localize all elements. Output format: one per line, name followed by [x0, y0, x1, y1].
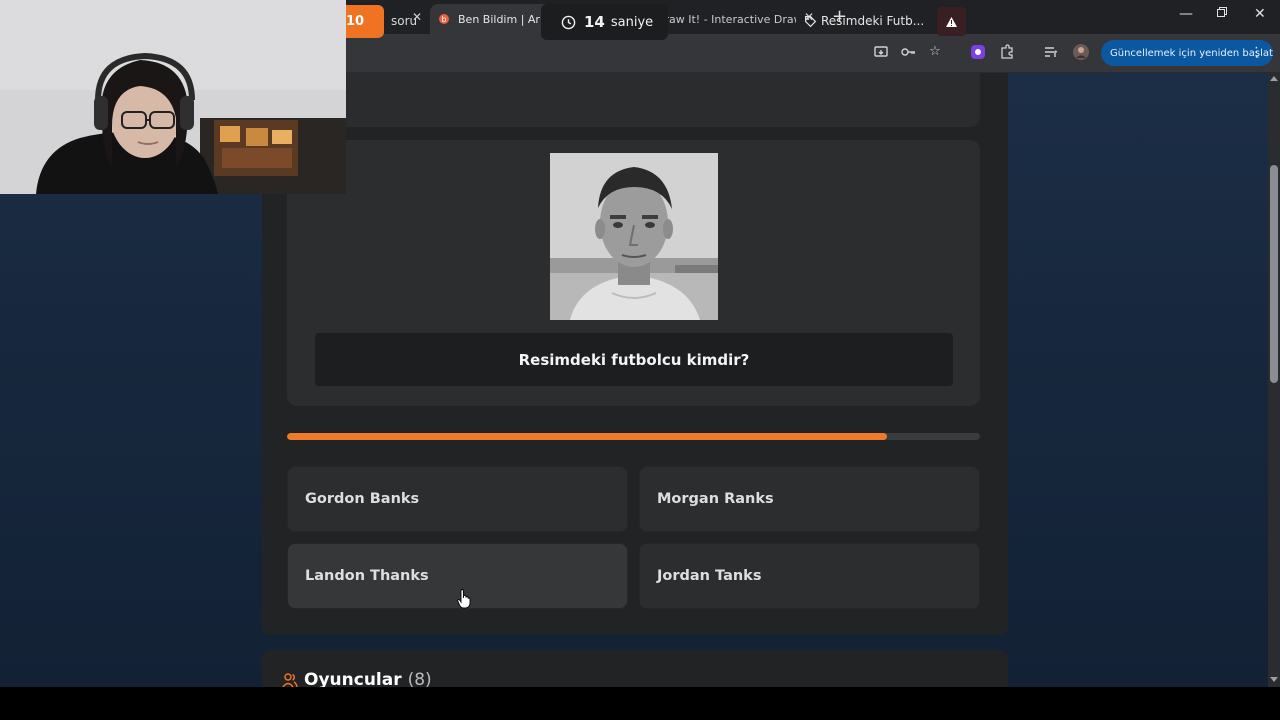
- question-header: [287, 73, 980, 127]
- answer-option-1[interactable]: Gordon Banks: [287, 466, 628, 532]
- webcam-overlay: [0, 0, 346, 194]
- minimize-icon[interactable]: —: [1179, 6, 1193, 22]
- category-text: Resimdeki Futb...: [821, 14, 925, 28]
- extensions-puzzle-icon[interactable]: [999, 44, 1015, 60]
- profile-avatar[interactable]: [1073, 44, 1089, 60]
- maximize-icon[interactable]: [1216, 6, 1228, 22]
- bookmark-star-icon[interactable]: ☆: [927, 44, 943, 60]
- category-label: Resimdeki Futb...: [804, 14, 924, 28]
- password-key-icon[interactable]: [900, 44, 916, 60]
- timer-value: 14: [584, 13, 605, 31]
- scroll-up-arrow-icon[interactable]: [1270, 76, 1278, 81]
- warning-icon: [946, 16, 957, 27]
- update-button-label: Güncellemek için yeniden başlat: [1110, 47, 1273, 59]
- answer-label: Gordon Banks: [305, 491, 420, 507]
- screen-bottom-bar: [0, 687, 1280, 720]
- question-label: soru: [391, 14, 418, 28]
- answer-label: Landon Thanks: [305, 568, 429, 584]
- question-text: Resimdeki futbolcu kimdir?: [315, 333, 953, 386]
- timer-unit: saniye: [610, 14, 654, 30]
- tab-title: Draw It! - Interactive Drawing G: [656, 12, 796, 26]
- time-progress-fill: [287, 433, 888, 440]
- answer-label: Morgan Ranks: [657, 491, 774, 507]
- more-menu-icon[interactable]: ⋮: [1250, 45, 1263, 60]
- timer: 14 saniye: [541, 4, 668, 40]
- clock-icon: [561, 15, 576, 29]
- window-close-icon[interactable]: ✕: [1254, 6, 1266, 22]
- tag-icon: [805, 15, 817, 27]
- player-photo: [550, 153, 718, 320]
- answer-option-2[interactable]: Morgan Ranks: [639, 466, 980, 532]
- ben-bildim-favicon-icon: b: [438, 13, 450, 25]
- scroll-down-arrow-icon[interactable]: [1270, 677, 1278, 682]
- answer-option-4[interactable]: Jordan Tanks: [639, 543, 980, 609]
- restart-to-update-button[interactable]: Güncellemek için yeniden başlat ⋮: [1101, 40, 1273, 66]
- svg-text:b: b: [441, 15, 446, 24]
- extension-purple-icon[interactable]: [970, 44, 986, 60]
- hand-cursor-icon: [457, 589, 471, 609]
- install-app-icon[interactable]: [873, 44, 889, 60]
- report-button[interactable]: [937, 7, 966, 36]
- answer-label: Jordan Tanks: [657, 568, 762, 584]
- users-icon: [282, 673, 298, 688]
- time-progress-bar: [287, 433, 980, 440]
- scrollbar-thumb[interactable]: [1270, 165, 1278, 383]
- media-controls-icon[interactable]: [1043, 44, 1059, 60]
